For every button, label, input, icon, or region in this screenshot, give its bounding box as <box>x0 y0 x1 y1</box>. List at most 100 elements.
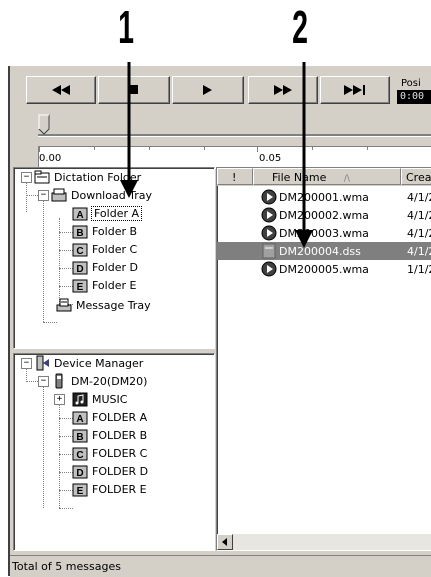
folder-a-icon: A <box>72 411 88 425</box>
tree-item-folder-b[interactable]: B Folder B <box>72 222 137 240</box>
tree-item-device-folder-a[interactable]: A FOLDER A <box>72 408 147 426</box>
chevron-left-icon <box>222 538 227 546</box>
rewind-icon <box>52 85 70 95</box>
file-name: DM200001.wma <box>279 190 369 204</box>
transport-toolbar: Posi 0:00 <box>16 72 431 108</box>
folder-b-icon: B <box>72 429 88 443</box>
app-window: Posi 0:00 0.00 0.05 − Dictation Folder −… <box>8 66 431 577</box>
next-icon <box>344 85 365 95</box>
tree-item-device-folder-b[interactable]: B FOLDER B <box>72 426 147 444</box>
column-priority[interactable]: ! <box>217 168 253 185</box>
tree-label: Dictation Folder <box>54 170 142 184</box>
tree-item-folder-a[interactable]: A Folder A <box>72 204 143 222</box>
seek-slider[interactable] <box>16 110 431 150</box>
file-date: 4/1/20 <box>407 244 431 258</box>
tree-label: Folder E <box>92 278 137 292</box>
download-tray-expander[interactable]: − <box>38 190 49 201</box>
horizontal-scrollbar[interactable] <box>217 534 431 550</box>
status-text: Total of 5 messages <box>12 560 121 573</box>
position-label: Posi <box>401 78 421 89</box>
tree-item-device-folder-d[interactable]: D FOLDER D <box>72 462 148 480</box>
tree-item-dictation-folder[interactable]: Dictation Folder <box>34 168 141 186</box>
tree-label: Message Tray <box>76 298 151 312</box>
tree-item-device[interactable]: DM-20(DM20) <box>51 372 147 390</box>
file-row[interactable]: DM200002.wma 4/1/20 <box>217 206 431 224</box>
callout-1: 1 <box>118 1 134 53</box>
tree-label: DM-20(DM20) <box>71 374 148 388</box>
folder-e-icon: E <box>72 279 88 293</box>
dictation-folder-expander[interactable]: − <box>21 172 32 183</box>
tree-item-message-tray[interactable]: Message Tray <box>56 296 151 314</box>
folder-d-icon: D <box>72 261 88 275</box>
music-folder-icon <box>72 392 88 407</box>
audio-file-icon <box>261 225 277 241</box>
ruler-mid-label: 0.05 <box>259 153 282 164</box>
file-row-selected[interactable]: DM200004.dss 4/1/20 <box>217 242 431 260</box>
tree-item-music[interactable]: MUSIC <box>72 390 127 408</box>
tree-item-device-manager[interactable]: Device Manager <box>34 354 143 372</box>
svg-text:C: C <box>76 450 83 461</box>
svg-text:C: C <box>76 246 83 257</box>
tree-label: Folder A <box>90 205 143 221</box>
tree-item-folder-e[interactable]: E Folder E <box>72 276 136 294</box>
fast-forward-icon <box>274 85 292 95</box>
file-list-header: ! File Name /\ Crea <box>217 168 431 186</box>
svg-text:E: E <box>77 282 84 293</box>
svg-text:B: B <box>76 228 83 239</box>
rewind-button[interactable] <box>26 76 96 104</box>
file-list-pane[interactable]: ! File Name /\ Crea DM200001.wma 4/1/20 … <box>216 167 431 551</box>
next-button[interactable] <box>320 76 390 104</box>
recorder-icon <box>55 373 63 389</box>
file-date: 4/1/20 <box>407 190 431 204</box>
column-file-name-label: File Name <box>272 171 327 184</box>
file-date: 1/1/20 <box>407 262 431 276</box>
tree-label: Folder B <box>92 224 138 238</box>
file-name: DM200003.wma <box>279 226 369 240</box>
scroll-track[interactable] <box>233 534 431 550</box>
stop-icon <box>129 85 138 94</box>
folder-tree-pane[interactable]: − Dictation Folder − Download Tray A Fol… <box>13 167 215 349</box>
tree-item-folder-c[interactable]: C Folder C <box>72 240 137 258</box>
callout-2: 2 <box>292 1 308 53</box>
tree-label: Download Tray <box>71 188 153 202</box>
tray-icon <box>51 188 67 202</box>
play-icon <box>203 85 212 95</box>
play-button[interactable] <box>172 76 244 104</box>
tree-item-download-tray[interactable]: Download Tray <box>51 186 152 204</box>
seek-track <box>38 134 431 137</box>
file-row[interactable]: DM200003.wma 4/1/20 <box>217 224 431 242</box>
tree-item-folder-d[interactable]: D Folder D <box>72 258 138 276</box>
audio-file-icon <box>261 189 277 205</box>
column-created[interactable]: Crea <box>401 168 431 185</box>
tree-item-device-folder-c[interactable]: C FOLDER C <box>72 444 147 462</box>
message-tray-icon <box>56 298 72 312</box>
tree-label: Folder C <box>92 242 138 256</box>
file-name: DM200005.wma <box>279 262 369 276</box>
svg-text:A: A <box>76 210 83 221</box>
fast-forward-button[interactable] <box>248 76 318 104</box>
device-tree-pane[interactable]: − Device Manager − DM-20(DM20) + MUSIC A… <box>13 353 215 551</box>
file-row[interactable]: DM200001.wma 4/1/20 <box>217 188 431 206</box>
tree-label: FOLDER E <box>92 482 147 496</box>
tree-label: FOLDER B <box>92 428 148 442</box>
tree-item-device-folder-e[interactable]: E FOLDER E <box>72 480 147 498</box>
device-manager-expander[interactable]: − <box>21 358 32 369</box>
svg-text:E: E <box>77 486 84 497</box>
tree-label: FOLDER D <box>92 464 149 478</box>
folder-a-icon: A <box>72 207 88 221</box>
file-name: DM200004.dss <box>279 244 361 258</box>
scroll-left-button[interactable] <box>217 534 233 550</box>
column-file-name[interactable]: File Name /\ <box>253 168 401 185</box>
file-row[interactable]: DM200005.wma 1/1/20 <box>217 260 431 278</box>
seek-thumb[interactable] <box>38 114 50 136</box>
stop-button[interactable] <box>98 76 170 104</box>
file-date: 4/1/20 <box>407 226 431 240</box>
folder-c-icon: C <box>72 447 88 461</box>
folder-c-icon: C <box>72 243 88 257</box>
device-expander[interactable]: − <box>38 376 49 387</box>
device-manager-icon <box>36 355 49 371</box>
music-expander[interactable]: + <box>54 394 65 405</box>
svg-text:D: D <box>76 264 83 275</box>
folder-b-icon: B <box>72 225 88 239</box>
time-ruler: 0.00 0.05 <box>38 146 431 169</box>
